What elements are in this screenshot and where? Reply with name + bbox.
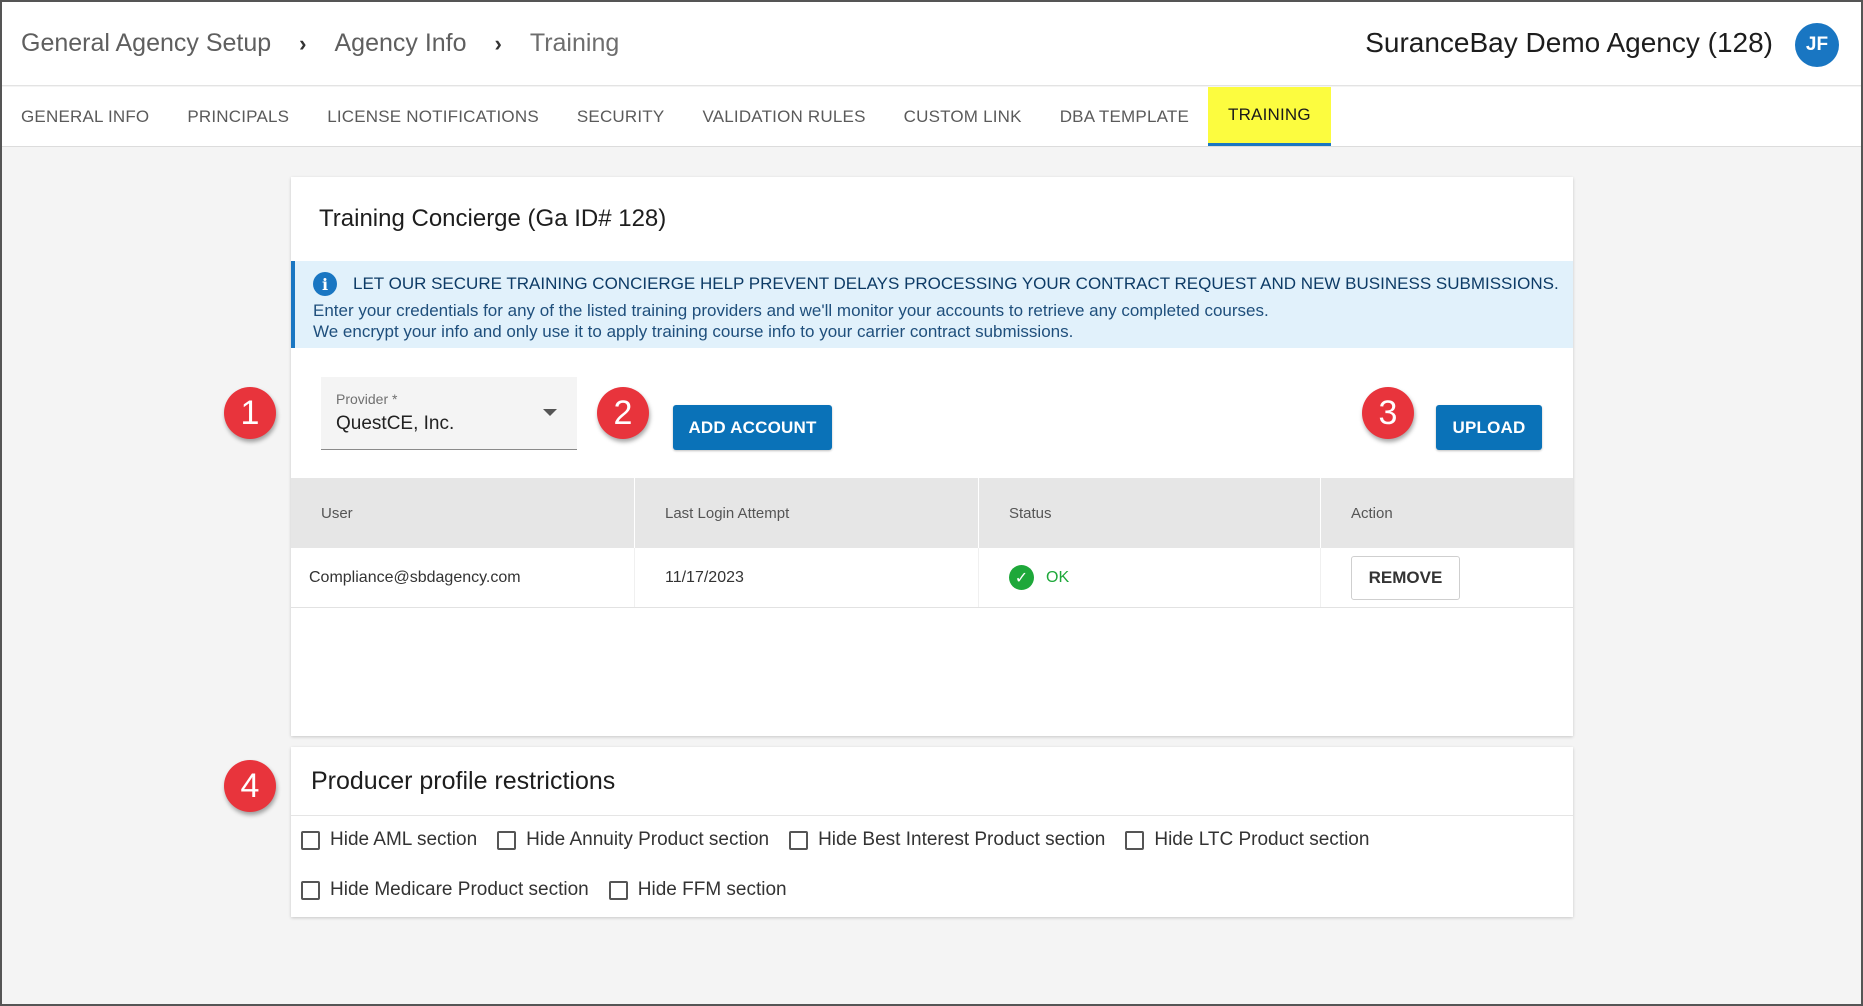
callout-marker-2: 2 <box>597 387 649 439</box>
tab-general-info[interactable]: GENERAL INFO <box>2 87 168 146</box>
checkbox-hide-medicare[interactable]: Hide Medicare Product section <box>301 879 589 901</box>
checkbox-label: Hide Medicare Product section <box>330 879 589 900</box>
tab-principals[interactable]: PRINCIPALS <box>168 87 308 146</box>
cell-last-login: 11/17/2023 <box>635 548 979 607</box>
user-avatar[interactable]: JF <box>1795 23 1839 67</box>
status-text: OK <box>1046 568 1070 586</box>
cell-status: ✓ OK <box>979 548 1321 607</box>
chevron-right-icon: › <box>299 30 307 56</box>
add-account-button[interactable]: ADD ACCOUNT <box>673 405 832 450</box>
remove-button[interactable]: REMOVE <box>1351 555 1460 600</box>
breadcrumb-agency-info[interactable]: Agency Info <box>335 29 467 58</box>
checkbox-box[interactable] <box>1125 830 1145 850</box>
dropdown-arrow-icon <box>543 409 557 416</box>
column-header-last-login: Last Login Attempt <box>635 478 979 548</box>
producer-restrictions-card: Producer profile restrictions Hide AML s… <box>291 747 1573 917</box>
tab-custom-link[interactable]: CUSTOM LINK <box>885 87 1041 146</box>
agency-name: SuranceBay Demo Agency (128) <box>1365 27 1773 58</box>
accounts-table: User Last Login Attempt Status Action Co… <box>291 478 1573 608</box>
info-banner: i LET OUR SECURE TRAINING CONCIERGE HELP… <box>291 261 1573 348</box>
checkbox-box[interactable] <box>497 830 517 850</box>
checkbox-hide-ltc[interactable]: Hide LTC Product section <box>1125 829 1369 851</box>
provider-label: Provider * <box>336 391 398 407</box>
upload-button[interactable]: UPLOAD <box>1436 405 1542 450</box>
checkbox-row: Hide AML section Hide Annuity Product se… <box>301 829 1389 851</box>
checkbox-label: Hide Annuity Product section <box>526 829 770 850</box>
checkbox-label: Hide LTC Product section <box>1154 829 1370 850</box>
tab-dba-template[interactable]: DBA TEMPLATE <box>1041 87 1208 146</box>
restrictions-title: Producer profile restrictions <box>311 767 616 795</box>
training-concierge-card: Training Concierge (Ga ID# 128) i LET OU… <box>291 177 1573 736</box>
app-frame: General Agency Setup › Agency Info › Tra… <box>0 0 1863 1006</box>
info-heading: LET OUR SECURE TRAINING CONCIERGE HELP P… <box>353 274 1559 293</box>
checkbox-box[interactable] <box>608 880 628 900</box>
checkbox-label: Hide Best Interest Product section <box>818 829 1106 850</box>
checkbox-box[interactable] <box>789 830 809 850</box>
checkbox-hide-annuity[interactable]: Hide Annuity Product section <box>497 829 769 851</box>
tab-security[interactable]: SECURITY <box>558 87 684 146</box>
checkbox-hide-ffm[interactable]: Hide FFM section <box>608 879 787 901</box>
info-line-1: Enter your credentials for any of the li… <box>313 301 1269 320</box>
info-line-2: We encrypt your info and only use it to … <box>313 322 1074 341</box>
breadcrumb-training: Training <box>529 29 620 57</box>
callout-marker-3: 3 <box>1362 387 1414 439</box>
tab-license-notifications[interactable]: LICENSE NOTIFICATIONS <box>308 87 558 146</box>
training-concierge-title: Training Concierge (Ga ID# 128) <box>319 205 667 232</box>
checkbox-hide-best-interest[interactable]: Hide Best Interest Product section <box>789 829 1105 851</box>
table-header: User Last Login Attempt Status Action <box>291 478 1573 548</box>
divider <box>291 815 1573 816</box>
checkbox-box[interactable] <box>301 880 320 900</box>
column-header-action: Action <box>1351 504 1393 522</box>
tab-validation-rules[interactable]: VALIDATION RULES <box>683 87 884 146</box>
checkbox-hide-aml[interactable]: Hide AML section <box>301 829 477 851</box>
cell-user: Compliance@sbdagency.com <box>291 548 635 607</box>
callout-marker-1: 1 <box>224 387 276 439</box>
callout-marker-4: 4 <box>224 760 276 812</box>
top-bar: General Agency Setup › Agency Info › Tra… <box>2 2 1861 86</box>
column-header-status: Status <box>979 478 1321 548</box>
provider-value: QuestCE, Inc. <box>336 413 455 434</box>
checkbox-box[interactable] <box>301 830 320 850</box>
chevron-right-icon: › <box>494 30 502 56</box>
tab-training[interactable]: TRAINING <box>1208 87 1331 146</box>
cell-action: REMOVE <box>1321 548 1573 607</box>
check-circle-icon: ✓ <box>1009 565 1034 590</box>
checkbox-label: Hide AML section <box>330 829 478 850</box>
provider-select[interactable]: Provider * QuestCE, Inc. <box>321 377 577 450</box>
tab-bar: GENERAL INFO PRINCIPALS LICENSE NOTIFICA… <box>2 87 1861 147</box>
checkbox-row: Hide Medicare Product section Hide FFM s… <box>301 879 807 901</box>
breadcrumb-general-agency-setup[interactable]: General Agency Setup <box>21 29 271 58</box>
checkbox-label: Hide FFM section <box>637 879 787 900</box>
column-header-user: User <box>291 478 635 548</box>
info-icon: i <box>313 272 337 296</box>
table-row: Compliance@sbdagency.com 11/17/2023 ✓ OK… <box>291 548 1573 608</box>
